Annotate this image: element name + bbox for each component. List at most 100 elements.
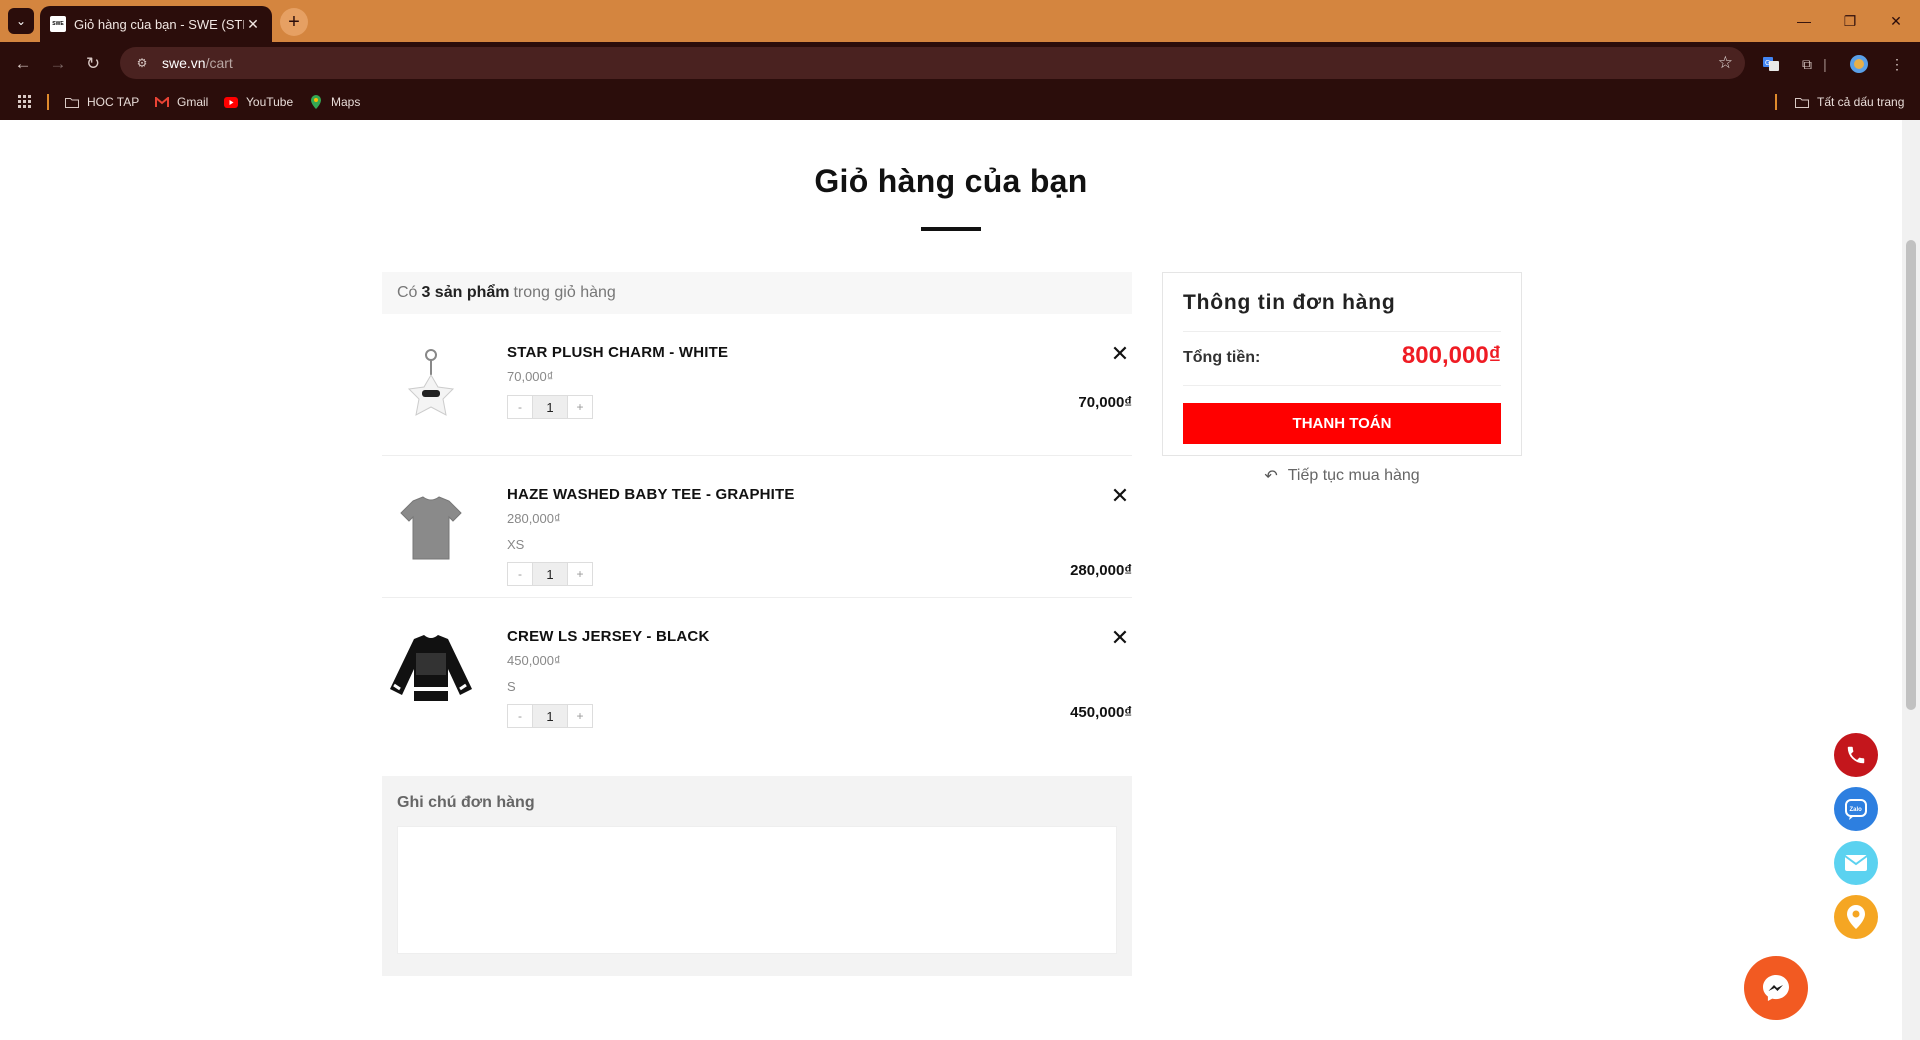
apps-grid-icon[interactable] <box>18 92 32 112</box>
browser-toolbar: ← → ↻ ⚙ swe.vn/cart ☆ G ⧉ | ⋮ <box>0 42 1920 84</box>
product-name[interactable]: CREW LS JERSEY - BLACK <box>507 628 709 645</box>
continue-shopping-label: Tiếp tục mua hàng <box>1287 467 1420 484</box>
restore-button[interactable]: ❐ <box>1830 8 1870 34</box>
more-menu-icon[interactable]: ⋮ <box>1884 51 1910 77</box>
bookmark-hoc-tap[interactable]: HOC TAP <box>65 92 139 112</box>
product-image-crew-ls-jersey[interactable] <box>386 616 476 721</box>
address-bar[interactable]: ⚙ swe.vn/cart ☆ <box>120 47 1745 79</box>
title-underline <box>921 227 981 231</box>
product-name[interactable]: HAZE WASHED BABY TEE - GRAPHITE <box>507 486 795 503</box>
bookmark-label: Gmail <box>177 95 209 109</box>
order-note-section: Ghi chú đơn hàng <box>382 776 1132 976</box>
new-tab-button[interactable]: + <box>280 8 308 36</box>
bookmarks-bar: HOC TAP Gmail YouTube Maps Tất cả dấu tr… <box>0 84 1920 120</box>
divider <box>1183 385 1501 386</box>
qty-decrease-button[interactable]: - <box>508 563 532 585</box>
bookmark-maps[interactable]: Maps <box>309 92 360 112</box>
quantity-stepper: - 1 + <box>507 562 593 586</box>
remove-item-button[interactable]: ✕ <box>1108 483 1132 508</box>
toolbar-divider: | <box>1823 56 1827 72</box>
remove-item-button[interactable]: ✕ <box>1108 341 1132 366</box>
unit-price: 70,000₫ <box>507 369 554 384</box>
chevron-down-icon: ⌄ <box>15 14 27 28</box>
cart-count-suffix: trong giỏ hàng <box>513 284 616 301</box>
close-icon[interactable]: ✕ <box>244 16 262 33</box>
cart-count-bar: Có 3 sản phẩm trong giỏ hàng <box>382 272 1132 314</box>
cart-list: Có 3 sản phẩm trong giỏ hàng STAR PLUSH … <box>382 272 1132 740</box>
minimize-button[interactable]: — <box>1784 8 1824 34</box>
qty-increase-button[interactable]: + <box>568 705 592 727</box>
favicon-icon: SWE <box>50 16 66 32</box>
page-content: Giỏ hàng của bạn Có 3 sản phẩm trong giỏ… <box>0 120 1920 1040</box>
translate-icon[interactable]: G <box>1758 51 1784 77</box>
svg-text:G: G <box>1765 60 1770 67</box>
order-note-textarea[interactable] <box>397 826 1117 954</box>
cart-item: STAR PLUSH CHARM - WHITE 70,000₫ - 1 + ✕… <box>382 314 1132 456</box>
quantity-stepper: - 1 + <box>507 704 593 728</box>
bookmark-gmail[interactable]: Gmail <box>155 92 208 112</box>
avatar[interactable] <box>1846 51 1872 77</box>
cart-item: HAZE WASHED BABY TEE - GRAPHITE 280,000₫… <box>382 456 1132 598</box>
close-icon: ✕ <box>1110 625 1130 650</box>
scrollbar-thumb[interactable] <box>1906 240 1916 710</box>
qty-input[interactable]: 1 <box>532 563 568 585</box>
url-path: /cart <box>205 55 233 71</box>
browser-tab-active[interactable]: SWE Giỏ hàng của bạn - SWE (STREE ✕ <box>40 6 272 42</box>
order-note-label: Ghi chú đơn hàng <box>397 794 535 811</box>
product-name[interactable]: STAR PLUSH CHARM - WHITE <box>507 344 728 361</box>
divider <box>1183 331 1501 332</box>
qty-input[interactable]: 1 <box>532 396 568 418</box>
product-image-star-plush-charm[interactable] <box>386 332 476 437</box>
quantity-stepper: - 1 + <box>507 395 593 419</box>
browser-tab-bar: ⌄ SWE Giỏ hàng của bạn - SWE (STREE ✕ + … <box>0 0 1920 42</box>
zalo-icon[interactable]: Zalo <box>1834 787 1878 831</box>
location-pin-icon[interactable] <box>1834 895 1878 939</box>
reload-icon[interactable]: ↻ <box>80 51 106 77</box>
window-close-button[interactable]: ✕ <box>1876 8 1916 34</box>
bookmark-label: HOC TAP <box>87 95 140 109</box>
line-total: 70,000₫ <box>1078 394 1132 411</box>
forward-arrow-icon[interactable]: → <box>45 51 71 77</box>
email-icon[interactable] <box>1834 841 1878 885</box>
tab-title: Giỏ hàng của bạn - SWE (STREE <box>74 16 244 32</box>
messenger-icon[interactable] <box>1744 956 1808 1020</box>
tab-search-button[interactable]: ⌄ <box>8 8 34 34</box>
remove-item-button[interactable]: ✕ <box>1108 625 1132 650</box>
folder-icon <box>65 96 79 108</box>
order-summary-title: Thông tin đơn hàng <box>1183 291 1396 314</box>
plus-icon: + <box>288 10 300 33</box>
bookmarks-divider <box>47 94 49 110</box>
checkout-button[interactable]: THANH TOÁN <box>1183 403 1501 444</box>
extensions-icon[interactable]: ⧉ <box>1794 51 1820 77</box>
unit-price: 450,000₫ <box>507 653 561 668</box>
close-icon: ✕ <box>1110 341 1130 366</box>
variant-size: XS <box>507 537 525 552</box>
page-scrollbar[interactable] <box>1902 120 1920 1040</box>
product-image-haze-washed-baby-tee[interactable] <box>386 474 476 579</box>
site-info-icon[interactable]: ⚙ <box>134 55 150 71</box>
qty-increase-button[interactable]: + <box>568 563 592 585</box>
total-label: Tổng tiền: <box>1183 349 1261 366</box>
phone-icon[interactable] <box>1834 733 1878 777</box>
bookmarks-divider-right <box>1775 94 1777 110</box>
continue-shopping-link[interactable]: ↶ Tiếp tục mua hàng <box>1162 466 1522 486</box>
bookmark-youtube[interactable]: YouTube <box>224 92 293 112</box>
cart-item: CREW LS JERSEY - BLACK 450,000₫ S - 1 + … <box>382 598 1132 740</box>
gmail-icon <box>155 96 169 108</box>
qty-decrease-button[interactable]: - <box>508 705 532 727</box>
qty-decrease-button[interactable]: - <box>508 396 532 418</box>
youtube-icon <box>224 96 238 108</box>
line-total: 450,000₫ <box>1070 704 1132 721</box>
total-value: 800,000₫ <box>1401 342 1501 369</box>
qty-input[interactable]: 1 <box>532 705 568 727</box>
qty-increase-button[interactable]: + <box>568 396 592 418</box>
line-total: 280,000₫ <box>1070 562 1132 579</box>
all-bookmarks[interactable]: Tất cả dấu trang <box>1795 92 1904 112</box>
variant-size: S <box>507 679 516 694</box>
back-arrow-icon[interactable]: ← <box>10 51 36 77</box>
reply-arrow-icon: ↶ <box>1264 468 1278 485</box>
bookmark-star-icon[interactable]: ☆ <box>1718 53 1733 73</box>
unit-price: 280,000₫ <box>507 511 561 526</box>
close-icon: ✕ <box>1110 483 1130 508</box>
bookmark-label: Maps <box>331 95 361 109</box>
